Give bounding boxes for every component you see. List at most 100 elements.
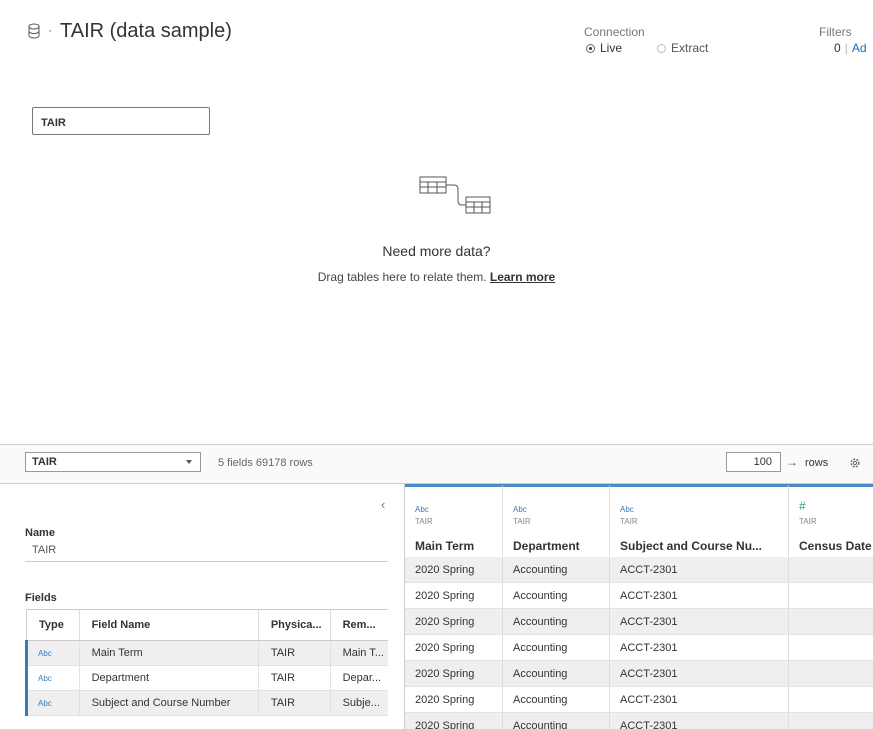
column-name: Subject and Course Nu... bbox=[620, 539, 763, 553]
table-cell[interactable]: ACCT-2301 bbox=[610, 661, 789, 687]
string-type-icon[interactable]: Abc bbox=[25, 640, 80, 666]
table-row[interactable]: 2020 SpringAccountingACCT-2301- bbox=[405, 635, 873, 661]
data-grid: Abc TAIR Main Term Abc TAIR Department A… bbox=[405, 484, 873, 729]
table-row[interactable]: 2020 SpringAccountingACCT-2301- bbox=[405, 609, 873, 635]
connection-label: Connection bbox=[584, 25, 645, 39]
table-cell[interactable]: - bbox=[789, 557, 873, 583]
table-row[interactable]: 2020 SpringAccountingACCT-2301- bbox=[405, 687, 873, 713]
datasource-title[interactable]: · TAIR (data sample) bbox=[28, 20, 232, 43]
column-source: TAIR bbox=[799, 517, 817, 526]
column-header-remote-name[interactable]: Rem... bbox=[330, 609, 388, 641]
need-more-data-heading: Need more data? bbox=[382, 243, 491, 259]
column-name: Census Date bbox=[799, 539, 872, 553]
fields-table-header: Type Field Name Physica... Rem... bbox=[26, 609, 388, 641]
table-row[interactable]: Abc Department TAIR Depar... bbox=[25, 665, 388, 691]
name-value[interactable]: TAIR bbox=[32, 544, 56, 556]
remote-field-name: Main T... bbox=[330, 640, 388, 666]
table-cell[interactable]: - bbox=[789, 661, 873, 687]
filters-label: Filters bbox=[819, 25, 852, 39]
table-cell[interactable]: 2020 Spring bbox=[405, 557, 503, 583]
table-cell[interactable]: 2020 Spring bbox=[405, 661, 503, 687]
column-header-field-name[interactable]: Field Name bbox=[79, 609, 259, 641]
fields-label: Fields bbox=[25, 592, 57, 604]
table-row[interactable]: 2020 SpringAccountingACCT-2301- bbox=[405, 661, 873, 687]
database-icon bbox=[28, 22, 42, 39]
field-name[interactable]: Subject and Course Number bbox=[79, 690, 259, 716]
column-header[interactable]: # TAIR Census Date bbox=[789, 484, 873, 556]
table-cell[interactable]: 2020 Spring bbox=[405, 635, 503, 661]
table-cell[interactable]: Accounting bbox=[503, 557, 610, 583]
field-name[interactable]: Department bbox=[79, 665, 259, 691]
table-cell[interactable]: ACCT-2301 bbox=[610, 583, 789, 609]
connection-live-label: Live bbox=[600, 41, 623, 55]
datasource-title-text: TAIR (data sample) bbox=[60, 20, 232, 42]
connection-extract-label: Extract bbox=[671, 41, 709, 55]
field-row-summary: 5 fields 69178 rows bbox=[218, 457, 313, 469]
string-type-icon[interactable]: Abc bbox=[513, 505, 527, 514]
table-cell[interactable]: 2020 Spring bbox=[405, 583, 503, 609]
column-header-physical-table[interactable]: Physica... bbox=[258, 609, 331, 641]
rows-limit-input[interactable]: 100 bbox=[726, 452, 781, 472]
canvas-table-card[interactable]: TAIR bbox=[32, 107, 210, 135]
column-name: Department bbox=[513, 539, 580, 553]
name-label: Name bbox=[25, 527, 55, 539]
name-divider bbox=[25, 561, 388, 562]
table-row[interactable]: 2020 SpringAccountingACCT-2301- bbox=[405, 583, 873, 609]
datasource-dropdown-caret[interactable]: · bbox=[48, 23, 52, 37]
table-cell[interactable]: Accounting bbox=[503, 713, 610, 729]
table-cell[interactable]: 2020 Spring bbox=[405, 609, 503, 635]
table-cell[interactable]: - bbox=[789, 687, 873, 713]
relate-tables-icon bbox=[418, 175, 492, 224]
string-type-icon[interactable]: Abc bbox=[620, 505, 634, 514]
connection-extract-radio[interactable]: Extract bbox=[657, 41, 708, 55]
string-type-icon[interactable]: Abc bbox=[25, 690, 80, 716]
column-header[interactable]: Abc TAIR Department bbox=[503, 484, 610, 556]
collapse-left-icon[interactable]: ‹ bbox=[381, 497, 385, 512]
table-cell[interactable]: Accounting bbox=[503, 635, 610, 661]
filters-count: 0 bbox=[834, 41, 841, 55]
number-type-icon[interactable]: # bbox=[799, 499, 806, 513]
table-cell[interactable]: - bbox=[789, 635, 873, 661]
string-type-icon[interactable]: Abc bbox=[415, 505, 429, 514]
table-cell[interactable]: ACCT-2301 bbox=[610, 609, 789, 635]
table-row[interactable]: Abc Main Term TAIR Main T... bbox=[25, 640, 388, 666]
drag-tables-hint: Drag tables here to relate them. Learn m… bbox=[0, 270, 873, 284]
table-cell[interactable]: Accounting bbox=[503, 583, 610, 609]
column-source: TAIR bbox=[620, 517, 638, 526]
column-header[interactable]: Abc TAIR Subject and Course Nu... bbox=[610, 484, 789, 556]
table-cell[interactable]: ACCT-2301 bbox=[610, 557, 789, 583]
table-cell[interactable]: - bbox=[789, 713, 873, 729]
learn-more-link[interactable]: Learn more bbox=[490, 270, 555, 284]
table-cell[interactable]: 2020 Spring bbox=[405, 687, 503, 713]
remote-field-name: Subje... bbox=[330, 690, 388, 716]
table-cell[interactable]: - bbox=[789, 583, 873, 609]
table-cell[interactable]: - bbox=[789, 609, 873, 635]
physical-table: TAIR bbox=[258, 690, 331, 716]
connection-live-radio[interactable]: Live bbox=[586, 41, 622, 55]
physical-table: TAIR bbox=[258, 640, 331, 666]
arrow-right-icon[interactable]: → bbox=[786, 455, 798, 469]
column-header-type[interactable]: Type bbox=[26, 609, 80, 641]
column-name: Main Term bbox=[415, 539, 475, 553]
table-cell[interactable]: 2020 Spring bbox=[405, 713, 503, 729]
filters-summary: 0 | Ad bbox=[834, 41, 867, 55]
table-cell[interactable]: ACCT-2301 bbox=[610, 635, 789, 661]
table-cell[interactable]: Accounting bbox=[503, 687, 610, 713]
column-source: TAIR bbox=[415, 517, 433, 526]
table-cell[interactable]: ACCT-2301 bbox=[610, 687, 789, 713]
field-name[interactable]: Main Term bbox=[79, 640, 259, 666]
chevron-down-icon bbox=[186, 460, 192, 464]
radio-selected-icon bbox=[586, 43, 595, 53]
string-type-icon[interactable]: Abc bbox=[25, 665, 80, 691]
gear-icon[interactable] bbox=[849, 456, 861, 474]
table-row[interactable]: Abc Subject and Course Number TAIR Subje… bbox=[25, 690, 388, 716]
table-select[interactable]: TAIR bbox=[25, 452, 201, 472]
table-row[interactable]: 2020 SpringAccountingACCT-2301- bbox=[405, 557, 873, 583]
table-cell[interactable]: Accounting bbox=[503, 609, 610, 635]
table-row[interactable]: 2020 SpringAccountingACCT-2301- bbox=[405, 713, 873, 729]
column-header[interactable]: Abc TAIR Main Term bbox=[405, 484, 503, 556]
filters-add-link[interactable]: Ad bbox=[852, 41, 867, 55]
table-cell[interactable]: Accounting bbox=[503, 661, 610, 687]
physical-table: TAIR bbox=[258, 665, 331, 691]
table-cell[interactable]: ACCT-2301 bbox=[610, 713, 789, 729]
